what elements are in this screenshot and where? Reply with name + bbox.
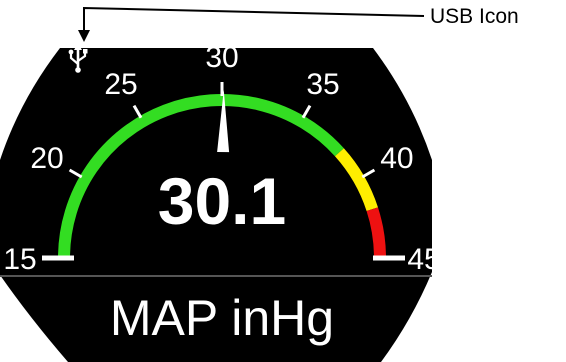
usb-icon-callout-label: USB Icon bbox=[430, 5, 519, 28]
callout-leader bbox=[78, 6, 425, 42]
gauge-readout: 30.1 bbox=[158, 164, 286, 238]
scale-tick-label: 40 bbox=[380, 142, 413, 175]
scale-tick-label: 25 bbox=[104, 68, 137, 101]
map-gauge-display: 15 20 25 30 35 40 45 30.1 MAP inHg bbox=[0, 6, 441, 362]
scale-tick-label: 20 bbox=[30, 142, 63, 175]
gauge-annotated-screenshot: 15 20 25 30 35 40 45 30.1 MAP inHg USB Icon bbox=[0, 0, 566, 362]
scale-tick-label: 15 bbox=[3, 243, 36, 276]
scale-tick-label: 30 bbox=[205, 41, 238, 74]
gauge-units-label: MAP inHg bbox=[110, 290, 334, 346]
scale-tick-label: 35 bbox=[306, 68, 339, 101]
scale-tick-label: 45 bbox=[407, 243, 440, 276]
